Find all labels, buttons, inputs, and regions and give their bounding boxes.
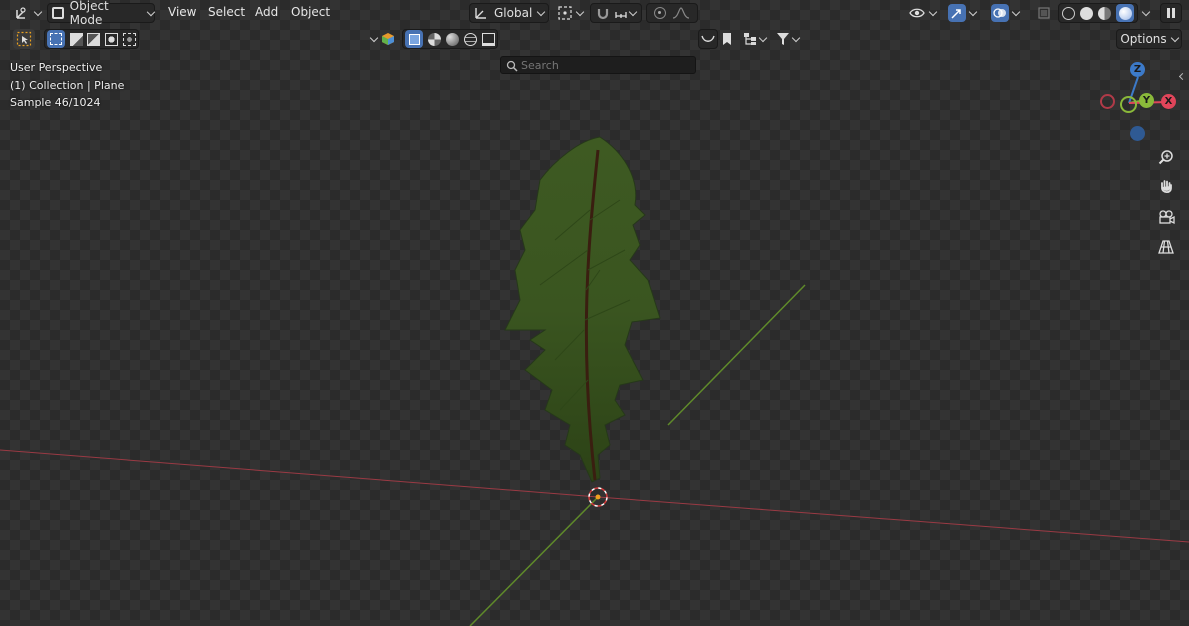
select-box-icon: [16, 31, 32, 47]
visibility-button[interactable]: [905, 3, 939, 23]
x-axis-line-right: [597, 496, 1189, 543]
view-name-text: User Perspective: [10, 61, 103, 74]
search-input[interactable]: [521, 58, 691, 72]
pause-icon: [1167, 8, 1175, 18]
material-shading-icon[interactable]: [1098, 6, 1112, 20]
curve-link-icon: [701, 35, 715, 42]
collection-info-text: (1) Collection | Plane: [10, 79, 125, 92]
axis-editor-icon: [15, 7, 26, 19]
hierarchy-dropdown[interactable]: [738, 29, 770, 49]
object-square-icon: [408, 33, 420, 45]
material-icon[interactable]: [428, 32, 442, 46]
set-selection-icon: [50, 33, 63, 45]
search-icon: [506, 60, 518, 72]
select-tool-button[interactable]: [13, 29, 35, 49]
transform-orientation-selector[interactable]: Global: [469, 3, 549, 23]
editor-type-button[interactable]: [12, 3, 42, 23]
leaf-object[interactable]: [504, 136, 661, 483]
mode-label: Object Mode: [69, 0, 109, 27]
x-axis-line: [0, 449, 599, 498]
link-toggle[interactable]: [698, 29, 718, 49]
shading-options-dropdown[interactable]: [1139, 3, 1153, 23]
gizmo-toggle-group[interactable]: [944, 3, 980, 23]
subtract-selection-icon[interactable]: [87, 32, 101, 46]
menu-select[interactable]: Select: [208, 5, 245, 21]
proportional-editing-group[interactable]: [646, 3, 698, 23]
3d-viewport[interactable]: Object Mode View Select Add Object Globa…: [0, 0, 1189, 626]
gizmo-neg-x-axis[interactable]: [1100, 94, 1115, 109]
gizmo-z-axis[interactable]: Z: [1130, 62, 1145, 77]
wireframe-shading-icon[interactable]: [1061, 6, 1075, 20]
hand-pan-icon: [1161, 180, 1172, 194]
proportional-editing-icon: [654, 7, 666, 19]
rendered-shading-icon: [1118, 6, 1132, 20]
camera-view-button[interactable]: [1154, 205, 1178, 229]
shading-mode-group[interactable]: [1058, 3, 1138, 23]
viewport-header: Object Mode View Select Add Object Globa…: [0, 0, 1189, 27]
navigation-gizmo[interactable]: Z Y X: [1095, 60, 1185, 146]
magnet-icon: [597, 9, 609, 20]
hierarchy-icon: [743, 33, 756, 45]
zoom-view-button[interactable]: [1154, 145, 1178, 169]
extend-selection-icon[interactable]: [69, 32, 83, 46]
perspective-toggle-button[interactable]: [1154, 235, 1178, 259]
pivot-point-button[interactable]: [555, 3, 585, 23]
scene-icon[interactable]: [481, 32, 495, 46]
y-axis-line-far: [667, 284, 806, 426]
eye-icon: [908, 8, 925, 18]
gizmo-y-axis[interactable]: Y: [1139, 93, 1154, 108]
grid-perspective-icon: [1158, 240, 1174, 254]
camera-icon: [1159, 210, 1175, 225]
cube-icon: [382, 33, 394, 45]
overlays-toggle-group[interactable]: [986, 3, 1024, 23]
intersect-selection-icon[interactable]: [122, 32, 136, 46]
snap-increment-icon: [615, 12, 627, 18]
search-field[interactable]: [500, 56, 696, 74]
overlays-icon: [993, 8, 1006, 18]
bookmark-icon: [723, 33, 731, 45]
menu-add[interactable]: Add: [255, 5, 278, 21]
falloff-curve-icon: [672, 7, 690, 19]
pivot-icon: [557, 6, 572, 20]
set-selection-mode[interactable]: [47, 30, 66, 48]
options-dropdown[interactable]: Options: [1116, 29, 1182, 49]
orientation-label: Global: [494, 6, 533, 20]
gizmo-neg-y-axis[interactable]: [1120, 96, 1137, 113]
xray-toggle[interactable]: [1034, 3, 1054, 23]
gizmo-toggle[interactable]: [948, 4, 966, 22]
selection-mode-group[interactable]: [44, 29, 139, 49]
invert-selection-icon[interactable]: [105, 32, 119, 46]
outliner-filter-dropdown[interactable]: [365, 29, 401, 49]
y-axis-line: [469, 496, 599, 626]
orientation-icon: [475, 8, 486, 19]
object-type-filter-group[interactable]: [402, 29, 498, 49]
solid-shading-icon[interactable]: [1079, 6, 1093, 20]
options-label: Options: [1120, 32, 1167, 46]
funnel-icon: [776, 33, 789, 45]
pan-view-button[interactable]: [1154, 175, 1178, 199]
xray-icon: [1038, 7, 1050, 19]
filter-objects-button[interactable]: [405, 30, 424, 48]
pause-render-button[interactable]: [1160, 3, 1182, 23]
object-mode-icon: [52, 7, 64, 19]
menu-object[interactable]: Object: [291, 5, 330, 21]
overlays-toggle[interactable]: [991, 4, 1009, 22]
filter-dropdown[interactable]: [771, 29, 803, 49]
world-icon[interactable]: [463, 32, 477, 46]
tool-settings-header: Options: [0, 26, 1189, 74]
snapping-group[interactable]: [590, 3, 642, 23]
scene-canvas[interactable]: [0, 0, 1189, 626]
render-sample-text: Sample 46/1024: [10, 96, 101, 109]
menu-view[interactable]: View: [168, 5, 196, 21]
gizmo-x-axis[interactable]: X: [1161, 94, 1176, 109]
bookmark-button[interactable]: [719, 29, 735, 49]
gizmo-icon: [951, 9, 961, 19]
gizmo-neg-z-axis[interactable]: [1130, 126, 1145, 141]
texture-icon[interactable]: [445, 32, 459, 46]
mode-selector[interactable]: Object Mode: [47, 0, 156, 27]
zoom-icon: [1158, 150, 1173, 165]
rendered-shading-button[interactable]: [1116, 4, 1135, 22]
